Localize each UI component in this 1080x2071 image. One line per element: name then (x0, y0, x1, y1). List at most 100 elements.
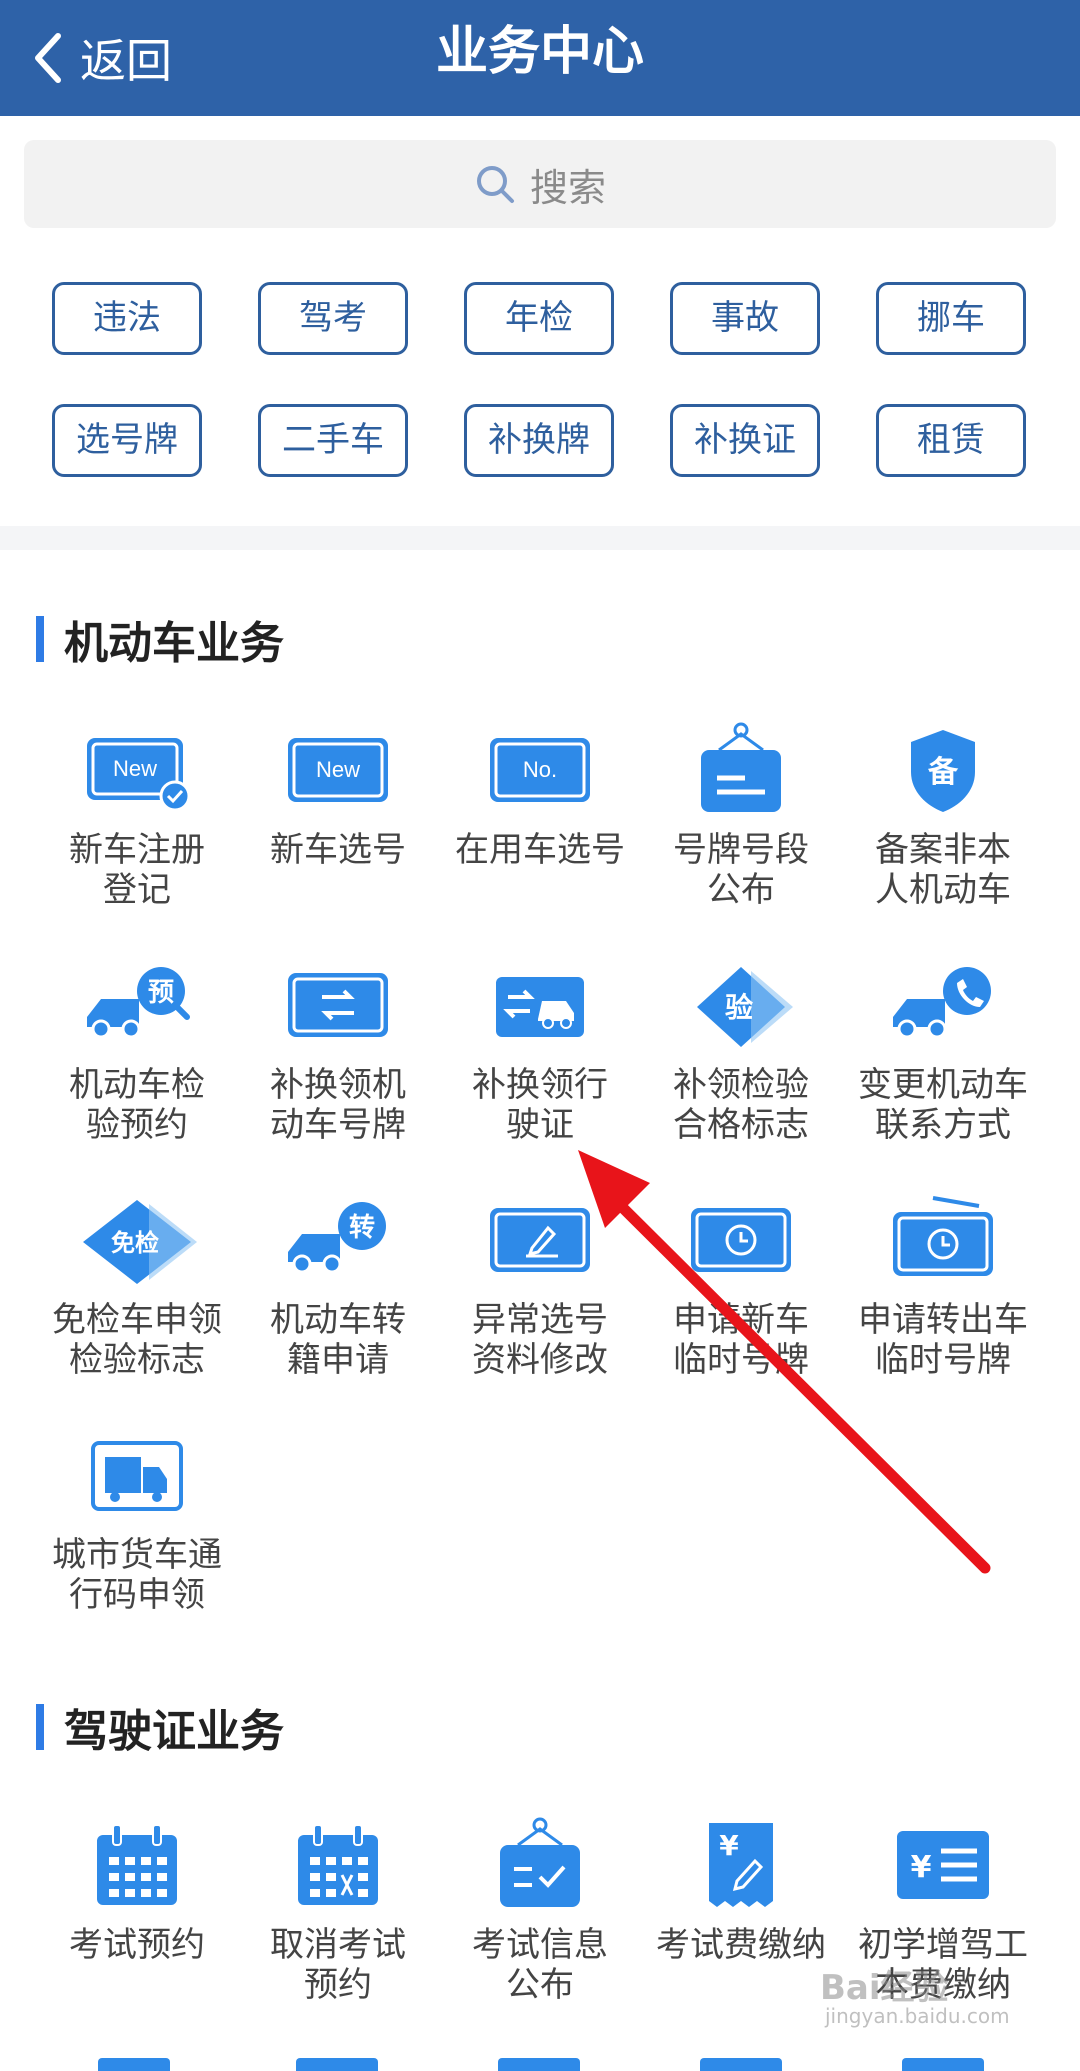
section-divider (0, 526, 1080, 550)
section-title-text: 驾驶证业务 (64, 1706, 284, 1757)
service-replace-plate[interactable]: 补换领机 动车号牌 (238, 955, 438, 1145)
service-transfer-temp-plate[interactable]: 申请转出车 临时号牌 (843, 1190, 1043, 1380)
tag-nuoche[interactable]: 挪车 (876, 282, 1026, 355)
service-label: 考试预约 (69, 1925, 205, 1965)
service-cancel-exam[interactable]: 取消考试 预约 (238, 1815, 438, 2005)
svg-text:No.: No. (523, 757, 557, 782)
service-label: 在用车选号 (455, 830, 625, 870)
tag-ershouche[interactable]: 二手车 (258, 404, 408, 477)
svg-text:免检: 免检 (111, 1229, 159, 1257)
new-plate-check-icon: New (87, 738, 191, 812)
hanging-sign-icon (701, 722, 781, 812)
section-accent-bar (36, 616, 44, 662)
plate-edit-icon (490, 1208, 590, 1272)
watermark-url: jingyan.baidu.com (825, 2004, 1010, 2028)
no-plate-icon: No. (490, 738, 590, 802)
partial-icon (296, 2058, 378, 2071)
svg-text:转: 转 (349, 1213, 375, 1243)
svg-text:备: 备 (928, 755, 959, 790)
new-plate-icon: New (288, 738, 388, 802)
svg-text:¥: ¥ (719, 1829, 739, 1862)
truck-pass-icon (91, 1441, 183, 1511)
tag-shigu[interactable]: 事故 (670, 282, 820, 355)
service-plate-segment[interactable]: 号牌号段 公布 (641, 720, 841, 910)
tag-buhuanzheng[interactable]: 补换证 (670, 404, 820, 477)
partial-icon (700, 2058, 782, 2071)
board-check-icon (500, 1817, 580, 1907)
service-abnormal-edit[interactable]: 异常选号 资料修改 (440, 1190, 640, 1380)
section-title-vehicle: 机动车业务 (36, 615, 284, 669)
service-exam-booking[interactable]: 考试预约 (37, 1815, 237, 1965)
service-label: 城市货车通 行码申领 (52, 1535, 222, 1615)
service-label: 考试信息 公布 (472, 1925, 608, 2005)
shield-bei-icon: 备 (911, 730, 975, 812)
section-title-text: 机动车业务 (64, 618, 284, 669)
search-input[interactable]: 搜索 (24, 140, 1056, 228)
service-label: 申请新车 临时号牌 (673, 1300, 809, 1380)
service-label: 新车注册 登记 (69, 830, 205, 910)
service-label: 备案非本 人机动车 (875, 830, 1011, 910)
page-title: 业务中心 (435, 22, 644, 82)
service-truck-pass[interactable]: 城市货车通 行码申领 (37, 1425, 237, 1615)
calendar-cancel-icon (298, 1824, 378, 1905)
service-exempt-mark[interactable]: 免检 免检车申领 检验标志 (37, 1190, 237, 1380)
service-label: 号牌号段 公布 (673, 830, 809, 910)
partial-icon (98, 2058, 170, 2071)
yen-receipt-icon: ¥ (709, 1823, 773, 1907)
service-label: 机动车转 籍申请 (270, 1300, 406, 1380)
yen-list-icon: ¥ (897, 1831, 989, 1899)
service-label: 机动车检 验预约 (69, 1065, 205, 1145)
svg-text:¥: ¥ (911, 1850, 932, 1885)
service-label: 新车选号 (270, 830, 406, 870)
service-new-car-register[interactable]: New 新车注册 登记 (37, 720, 237, 910)
section-accent-bar (36, 1704, 44, 1750)
car-exchange-icon (496, 977, 584, 1037)
service-exam-info[interactable]: 考试信息 公布 (440, 1815, 640, 2005)
svg-text:New: New (316, 757, 360, 782)
service-filing-vehicle[interactable]: 备 备案非本 人机动车 (843, 720, 1043, 910)
diamond-yan-icon: 验 (697, 967, 793, 1047)
tag-buhuanpai[interactable]: 补换牌 (464, 404, 614, 477)
partial-icon (902, 2058, 984, 2071)
service-new-temp-plate[interactable]: 申请新车 临时号牌 (641, 1190, 841, 1380)
service-used-car-number[interactable]: No. 在用车选号 (440, 720, 640, 870)
service-label: 取消考试 预约 (270, 1925, 406, 2005)
service-inspection-booking[interactable]: 预 机动车检 验预约 (37, 955, 237, 1145)
tag-nianjian[interactable]: 年检 (464, 282, 614, 355)
plate-clock-out-icon (893, 1196, 993, 1276)
plate-clock-icon (691, 1208, 791, 1272)
service-replace-license[interactable]: 补换领行 驶证 (440, 955, 640, 1145)
service-label: 补换领行 驶证 (472, 1065, 608, 1145)
service-transfer[interactable]: 转 机动车转 籍申请 (238, 1190, 438, 1380)
service-new-car-number[interactable]: New 新车选号 (238, 720, 438, 870)
next-row-partial (0, 2058, 1080, 2071)
svg-text:预: 预 (148, 978, 174, 1008)
tag-weifa[interactable]: 违法 (52, 282, 202, 355)
service-label: 变更机动车 联系方式 (858, 1065, 1028, 1145)
tag-xuanhaopai[interactable]: 选号牌 (52, 404, 202, 477)
service-label: 免检车申领 检验标志 (52, 1300, 222, 1380)
tag-jiakao[interactable]: 驾考 (258, 282, 408, 355)
tag-zulin[interactable]: 租赁 (876, 404, 1026, 477)
search-placeholder: 搜索 (529, 165, 606, 210)
svg-text:New: New (113, 756, 157, 781)
truck-appointment-icon: 预 (87, 967, 190, 1039)
svg-text:验: 验 (725, 991, 753, 1024)
service-label: 申请转出车 临时号牌 (858, 1300, 1028, 1380)
service-label: 考试费缴纳 (656, 1925, 826, 1965)
service-label: 补换领机 动车号牌 (270, 1065, 406, 1145)
plate-exchange-icon (288, 973, 388, 1037)
service-label: 补领检验 合格标志 (673, 1065, 809, 1145)
service-inspection-mark[interactable]: 验 补领检验 合格标志 (641, 955, 841, 1145)
service-exam-fee[interactable]: ¥ 考试费缴纳 (641, 1815, 841, 1965)
search-icon (476, 166, 514, 203)
app-header: 返回 业务中心 (0, 0, 1080, 116)
truck-phone-icon (893, 967, 991, 1039)
service-change-contact[interactable]: 变更机动车 联系方式 (843, 955, 1043, 1145)
calendar-icon (97, 1824, 177, 1905)
service-label: 异常选号 资料修改 (472, 1300, 608, 1380)
partial-icon (498, 2058, 580, 2071)
watermark-logo: Bai经验 (820, 1968, 949, 2008)
section-title-license: 驾驶证业务 (36, 1703, 284, 1757)
diamond-mianjian-icon: 免检 (83, 1200, 197, 1284)
